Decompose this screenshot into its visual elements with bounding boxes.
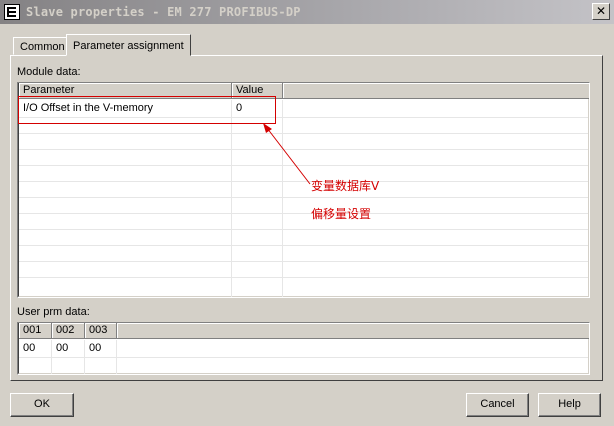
user-prm-value-001[interactable]: 00 <box>23 342 35 354</box>
title-bar: Slave properties - EM 277 PROFIBUS-DP ✕ <box>0 0 614 24</box>
help-button[interactable]: Help <box>538 393 601 417</box>
tab-common[interactable]: Common <box>13 37 72 55</box>
ok-button[interactable]: OK <box>10 393 74 417</box>
cancel-button[interactable]: Cancel <box>466 393 529 417</box>
column-header-001[interactable]: 001 <box>19 323 52 339</box>
app-icon <box>4 4 20 20</box>
user-prm-table[interactable]: 001 002 003 00 00 00 <box>17 322 590 375</box>
annotation-line-1: 变量数据库V <box>311 179 380 193</box>
user-prm-value-003[interactable]: 00 <box>89 342 101 354</box>
column-header-002[interactable]: 002 <box>52 323 85 339</box>
window-title: Slave properties - EM 277 PROFIBUS-DP <box>26 5 301 19</box>
annotation-line-2: 偏移量设置 <box>311 207 372 221</box>
module-data-label: Module data: <box>17 66 81 78</box>
close-button[interactable]: ✕ <box>592 3 610 20</box>
column-header-003[interactable]: 003 <box>85 323 117 339</box>
user-prm-value-002[interactable]: 00 <box>56 342 68 354</box>
user-prm-label: User prm data: <box>17 306 90 318</box>
tab-parameter-assignment[interactable]: Parameter assignment <box>66 34 191 57</box>
highlight-box <box>18 96 276 124</box>
